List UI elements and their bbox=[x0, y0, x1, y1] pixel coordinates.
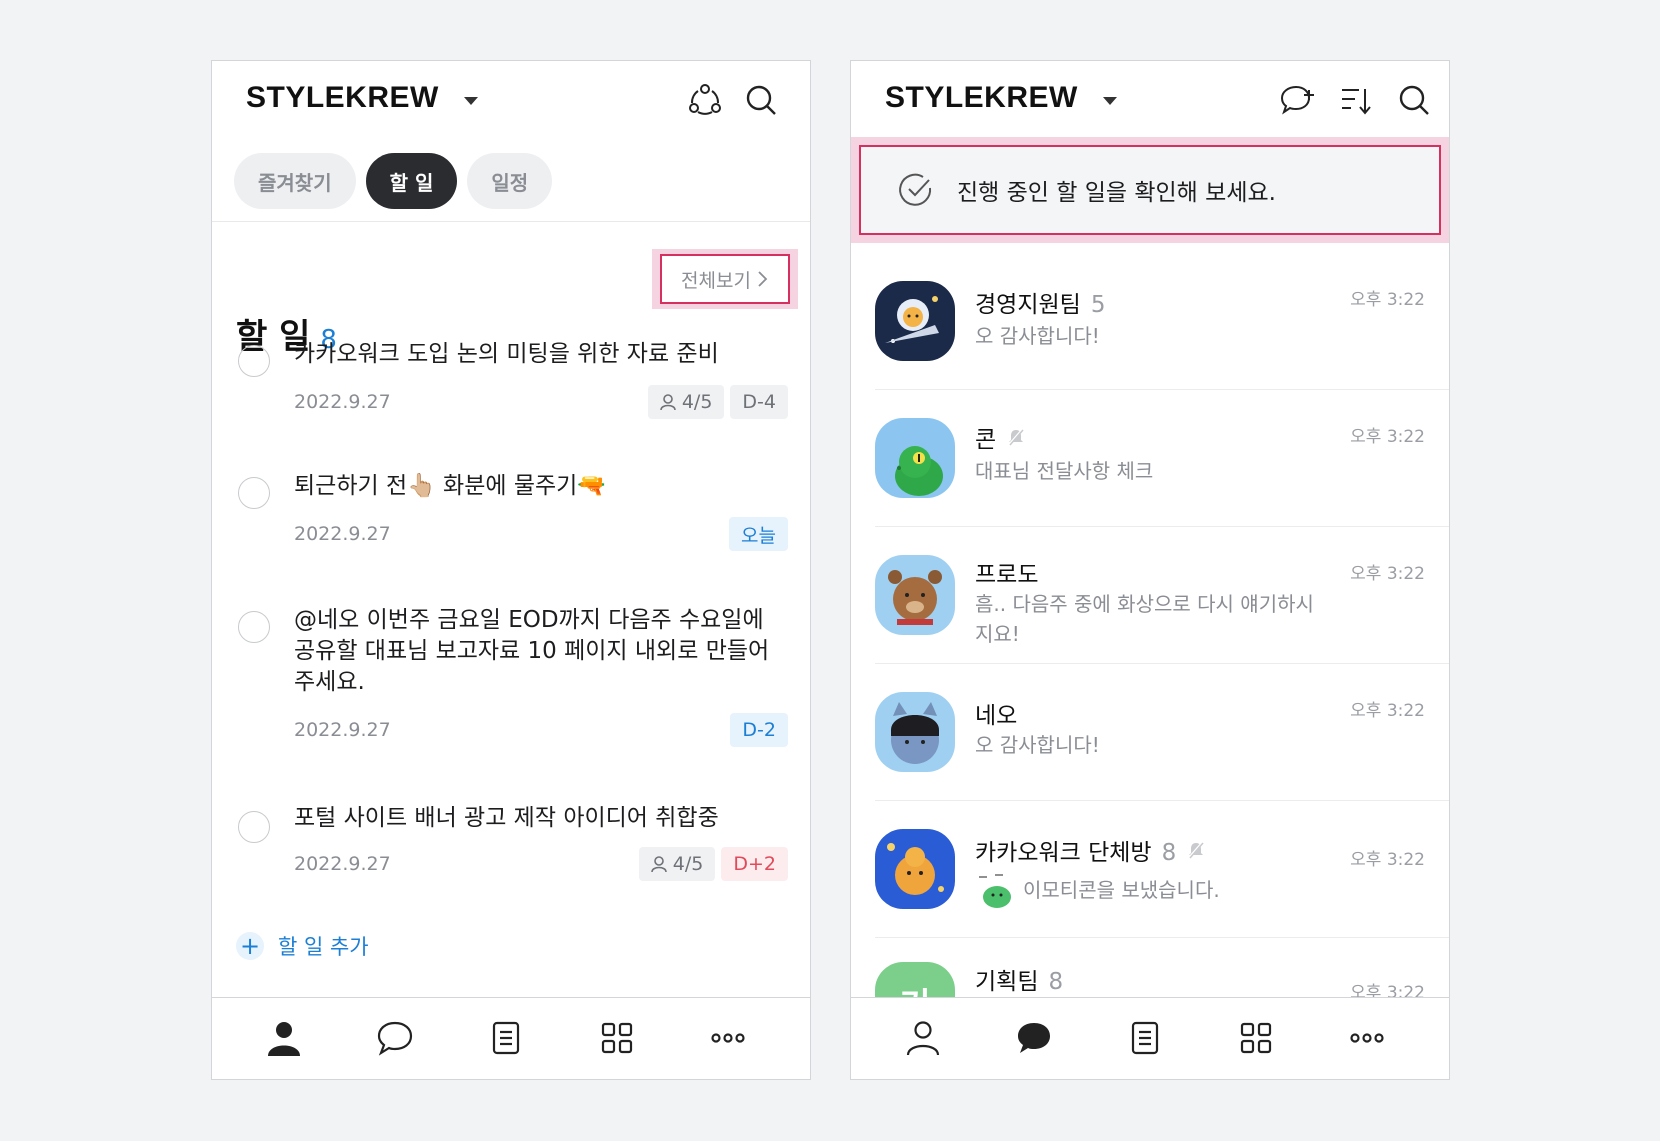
list-icon[interactable] bbox=[1125, 1018, 1165, 1058]
chat-time: 오후 3:22 bbox=[1350, 701, 1425, 721]
chat-room-item[interactable]: 콘 대표님 전달사항 체크 오후 3:22 bbox=[851, 390, 1449, 527]
chevron-right-icon bbox=[758, 271, 768, 287]
list-icon[interactable] bbox=[486, 1018, 526, 1058]
tab-bar: 즐겨찾기 할 일 일정 bbox=[234, 153, 553, 209]
todo-title: @네오 이번주 금요일 EOD까지 다음주 수요일에 공유할 대표님 보고자료 … bbox=[294, 607, 770, 695]
mute-icon bbox=[1188, 841, 1205, 859]
tab-schedule[interactable]: 일정 bbox=[467, 153, 553, 209]
chat-time: 오후 3:22 bbox=[1350, 564, 1425, 584]
chat-time: 오후 3:22 bbox=[1350, 290, 1425, 310]
person-icon bbox=[650, 856, 667, 873]
assignee-count: 4/5 bbox=[672, 853, 704, 875]
due-badge: D+2 bbox=[721, 847, 788, 881]
todo-date: 2022.9.27 bbox=[294, 853, 391, 875]
chat-time: 오후 3:22 bbox=[1350, 850, 1425, 870]
view-all-button[interactable]: 전체보기 bbox=[660, 254, 790, 304]
chat-preview: 흠.. 다음주 중에 화상으로 다시 얘기하시지요! bbox=[975, 592, 1314, 646]
sort-icon[interactable] bbox=[1337, 81, 1375, 119]
todo-title: 퇴근하기 전👆🏼 화분에 물주기🔫 bbox=[294, 473, 606, 499]
assignee-count: 4/5 bbox=[681, 391, 713, 413]
emoticon-icon bbox=[979, 874, 1011, 908]
chat-icon[interactable] bbox=[1014, 1018, 1054, 1058]
divider bbox=[212, 221, 810, 222]
app-logo[interactable]: STYLEKREW bbox=[885, 81, 1078, 115]
assignee-badge: 4/5 bbox=[638, 847, 716, 881]
chat-preview: 이모티콘을 보냈습니다. bbox=[1023, 878, 1220, 902]
avatar bbox=[875, 418, 955, 498]
chat-room-item[interactable]: 경영지원팀 5 오 감사합니다! 오후 3:22 bbox=[851, 253, 1449, 390]
todo-check-circle[interactable] bbox=[238, 345, 270, 377]
search-icon[interactable] bbox=[1395, 81, 1433, 119]
plus-icon: + bbox=[236, 932, 264, 960]
avatar bbox=[875, 829, 955, 909]
tab-todo[interactable]: 할 일 bbox=[365, 153, 458, 209]
chat-name: 콘 bbox=[975, 427, 997, 453]
more-icon[interactable] bbox=[1347, 1018, 1387, 1058]
bottom-nav bbox=[851, 997, 1449, 1079]
avatar bbox=[875, 692, 955, 772]
app-header: STYLEKREW bbox=[851, 61, 1449, 141]
chat-room-item[interactable]: 네오 오 감사합니다! 오후 3:22 bbox=[851, 664, 1449, 801]
todo-title: 카카오워크 도입 논의 미팅을 위한 자료 준비 bbox=[294, 341, 719, 367]
app-logo[interactable]: STYLEKREW bbox=[246, 81, 439, 115]
member-count: 8 bbox=[1161, 840, 1177, 866]
todo-title: 포털 사이트 배너 광고 제작 아이디어 취합중 bbox=[294, 805, 719, 831]
due-badge: D-2 bbox=[730, 713, 788, 747]
todo-screen: STYLEKREW 즐겨찾기 할 일 일정 할 일 8 전체보기 카카오워크 도… bbox=[211, 60, 811, 1080]
search-icon[interactable] bbox=[742, 81, 780, 119]
chat-preview: 대표님 전달사항 체크 bbox=[975, 459, 1154, 483]
chat-name: 경영지원팀 bbox=[975, 292, 1081, 318]
chat-name: 카카오워크 단체방 bbox=[975, 840, 1152, 866]
add-todo-label: 할 일 추가 bbox=[278, 935, 369, 959]
due-badge: 오늘 bbox=[729, 517, 788, 551]
member-count: 5 bbox=[1090, 292, 1106, 318]
grid-icon[interactable] bbox=[597, 1018, 637, 1058]
chat-preview: 오 감사합니다! bbox=[975, 733, 1100, 757]
chat-name: 네오 bbox=[975, 703, 1018, 729]
chat-name: 프로도 bbox=[975, 562, 1039, 588]
check-circle-icon bbox=[899, 173, 932, 206]
assignee-badge: 4/5 bbox=[647, 385, 725, 419]
chat-icon[interactable] bbox=[375, 1018, 415, 1058]
mute-icon bbox=[1008, 428, 1025, 446]
add-todo-button[interactable]: + 할 일 추가 bbox=[236, 931, 369, 961]
chat-time: 오후 3:22 bbox=[1350, 427, 1425, 447]
due-badge: D-4 bbox=[730, 385, 788, 419]
person-icon[interactable] bbox=[264, 1018, 304, 1058]
workspace-dropdown-icon[interactable] bbox=[464, 97, 478, 105]
todo-date: 2022.9.27 bbox=[294, 391, 391, 413]
person-icon[interactable] bbox=[903, 1018, 943, 1058]
workspace-dropdown-icon[interactable] bbox=[1103, 97, 1117, 105]
avatar bbox=[875, 281, 955, 361]
chat-list-screen: STYLEKREW 진행 중인 할 일을 확인해 보세요. 경영지원팀 5 오 감… bbox=[850, 60, 1450, 1080]
avatar bbox=[875, 555, 955, 635]
new-chat-icon[interactable] bbox=[1279, 81, 1317, 119]
person-icon bbox=[660, 394, 676, 411]
member-count: 8 bbox=[1048, 969, 1064, 995]
todo-date: 2022.9.27 bbox=[294, 719, 391, 741]
chat-room-item[interactable]: 프로도 흠.. 다음주 중에 화상으로 다시 얘기하시지요! 오후 3:22 bbox=[851, 527, 1449, 664]
people-circle-icon[interactable] bbox=[686, 81, 724, 119]
todo-check-circle[interactable] bbox=[238, 811, 270, 843]
chat-name: 기획팀 bbox=[975, 969, 1039, 995]
todo-check-circle[interactable] bbox=[238, 611, 270, 643]
grid-icon[interactable] bbox=[1236, 1018, 1276, 1058]
chat-room-item[interactable]: 카카오워크 단체방 8 이모티콘을 보냈습니다. 오후 3:22 bbox=[851, 801, 1449, 938]
more-icon[interactable] bbox=[708, 1018, 748, 1058]
banner-text: 진행 중인 할 일을 확인해 보세요. bbox=[957, 180, 1276, 206]
tab-favorites[interactable]: 즐겨찾기 bbox=[234, 153, 356, 209]
todo-reminder-banner[interactable]: 진행 중인 할 일을 확인해 보세요. bbox=[859, 145, 1441, 235]
todo-check-circle[interactable] bbox=[238, 477, 270, 509]
view-all-label: 전체보기 bbox=[681, 269, 751, 292]
bottom-nav bbox=[212, 997, 810, 1079]
chat-preview: 오 감사합니다! bbox=[975, 324, 1100, 348]
app-header: STYLEKREW bbox=[212, 61, 810, 141]
todo-date: 2022.9.27 bbox=[294, 523, 391, 545]
